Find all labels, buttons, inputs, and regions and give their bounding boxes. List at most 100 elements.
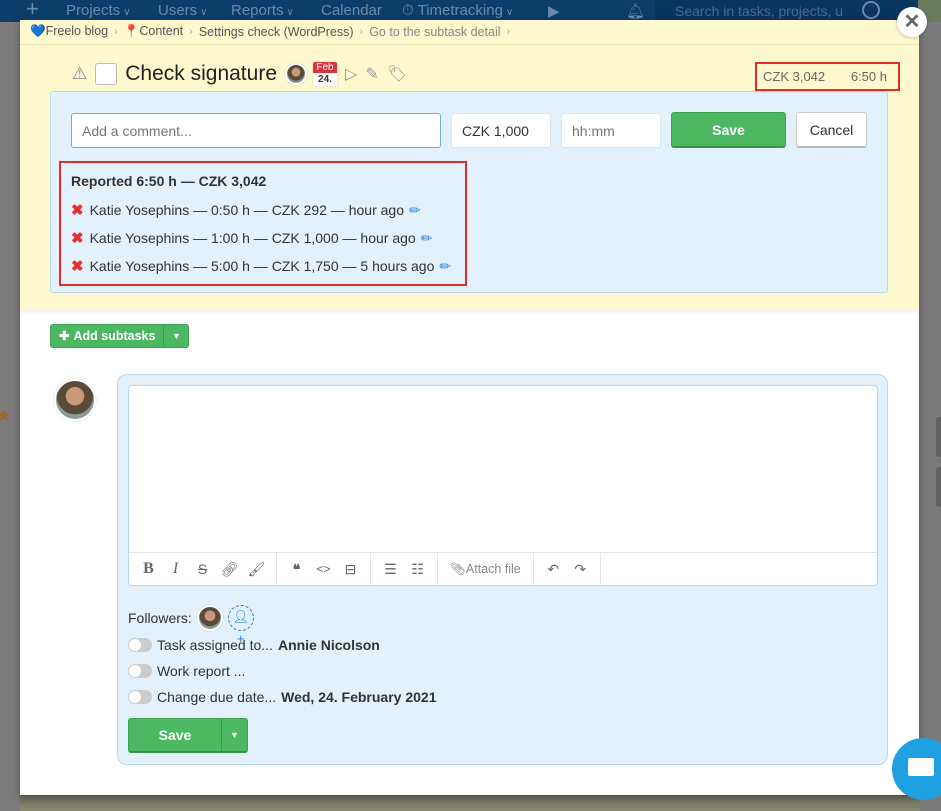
- subtask-detail-link[interactable]: Go to the subtask detail: [369, 25, 500, 39]
- pencil-icon[interactable]: ✏: [439, 258, 451, 275]
- follower-avatar[interactable]: [196, 605, 223, 631]
- due-date-day: 24.: [313, 73, 337, 86]
- report-time-input[interactable]: [561, 113, 661, 148]
- assign-toggle[interactable]: [128, 638, 152, 652]
- task-title-row: ⚠ Check signature Feb 24. ▷ ✎ 🏷︎: [72, 60, 407, 88]
- time-totals[interactable]: CZK 3,042 6:50 h: [755, 62, 900, 91]
- pencil-icon[interactable]: ✏: [409, 202, 421, 219]
- chat-bubble-icon: [908, 758, 934, 776]
- quote-icon[interactable]: ❝: [283, 561, 310, 578]
- bold-icon[interactable]: B: [135, 560, 162, 578]
- code-icon[interactable]: <>: [310, 562, 337, 576]
- comment-save-dropdown[interactable]: ▼: [222, 719, 247, 751]
- report-text: Katie Yosephins — 5:00 h — CZK 1,750 — 5…: [89, 258, 435, 274]
- tag-icon[interactable]: 🏷︎: [387, 64, 407, 84]
- add-follower-icon[interactable]: 👤︎+: [227, 605, 254, 646]
- breadcrumb: 💙Freelo blog › 📍Content › Settings check…: [30, 24, 510, 39]
- plus-icon[interactable]: +: [26, 0, 39, 22]
- bell-icon[interactable]: 🔔︎: [626, 2, 645, 20]
- followers-row: Followers: 👤︎+: [128, 605, 254, 646]
- heart-icon: 💙: [30, 24, 46, 38]
- assign-label: Task assigned to...: [157, 637, 273, 653]
- task-complete-checkbox[interactable]: [95, 63, 118, 85]
- brush-icon[interactable]: 🖌︎: [243, 561, 270, 578]
- nav-calendar[interactable]: Calendar: [321, 2, 382, 19]
- redo-icon[interactable]: ↷: [567, 561, 594, 578]
- add-subtasks-label: Add subtasks: [73, 329, 156, 343]
- comment-textarea[interactable]: [129, 386, 877, 552]
- toolbar-group-format: B I S 🔗︎ 🖌︎: [129, 552, 277, 586]
- toolbar-group-attach: 📎︎Attach file: [438, 552, 534, 586]
- task-detail-modal: 💙Freelo blog › 📍Content › Settings check…: [20, 20, 919, 795]
- delete-icon[interactable]: ✖: [71, 201, 84, 219]
- report-amount-input[interactable]: [451, 113, 551, 148]
- breadcrumb-separator: ›: [189, 25, 193, 38]
- caret-down-icon: ▼: [171, 331, 181, 341]
- strikethrough-icon[interactable]: S: [189, 561, 216, 577]
- chevron-down-icon: ∨: [286, 7, 294, 18]
- assignee-name[interactable]: Annie Nicolson: [278, 637, 380, 653]
- due-date-toggle[interactable]: [128, 690, 152, 704]
- toolbar-group-blocks: ❝ <> ⊟: [277, 552, 371, 586]
- italic-icon[interactable]: I: [162, 560, 189, 578]
- play-icon[interactable]: ▶: [548, 2, 560, 20]
- play-icon[interactable]: ▷: [345, 64, 357, 84]
- comment-save-button[interactable]: Save: [129, 719, 222, 751]
- breadcrumb-project[interactable]: 💙Freelo blog: [30, 24, 108, 39]
- close-modal-button[interactable]: ✕: [897, 7, 927, 37]
- horizontal-rule-icon[interactable]: ⊟: [337, 561, 364, 578]
- delete-icon[interactable]: ✖: [71, 257, 84, 275]
- add-subtasks-split-button: ✚ Add subtasks ▼: [50, 324, 190, 348]
- breadcrumb-separator: ›: [506, 25, 511, 38]
- report-text: Katie Yosephins — 1:00 h — CZK 1,000 — h…: [89, 230, 416, 246]
- plus-icon: ✚: [59, 329, 70, 343]
- task-header: 💙Freelo blog › 📍Content › Settings check…: [20, 20, 919, 310]
- report-cancel-button[interactable]: Cancel: [796, 112, 867, 148]
- reported-summary: Reported 6:50 h — CZK 3,042: [71, 173, 267, 189]
- stopwatch-icon: ⏱: [402, 2, 418, 19]
- due-date-badge[interactable]: Feb 24.: [313, 62, 337, 86]
- search-icon[interactable]: [862, 1, 880, 19]
- total-amount: CZK 3,042: [763, 69, 826, 84]
- report-comment-input[interactable]: [71, 113, 441, 148]
- pencil-icon[interactable]: ✏: [421, 230, 433, 247]
- chevron-down-icon: ∨: [123, 7, 131, 18]
- comment-composer: B I S 🔗︎ 🖌︎ ❝ <> ⊟ ☰ ☷ 📎︎Attach file ↶ ↷…: [117, 374, 888, 765]
- current-user-avatar: [54, 379, 96, 421]
- nav-reports[interactable]: Reports ∨: [231, 2, 294, 19]
- add-subtasks-button[interactable]: ✚ Add subtasks: [51, 325, 165, 347]
- nav-timetracking[interactable]: ⏱ Timetracking ∨: [402, 2, 513, 19]
- due-date-option: Change due date... Wed, 24. February 202…: [128, 689, 436, 705]
- nav-projects[interactable]: Projects ∨: [66, 2, 131, 19]
- total-time: 6:50 h: [850, 69, 887, 84]
- assignee-avatar[interactable]: [285, 63, 307, 85]
- divider: [20, 44, 919, 45]
- link-icon[interactable]: 🔗︎: [216, 561, 243, 578]
- toolbar-group-history: ↶ ↷: [534, 552, 601, 586]
- breadcrumb-tasklist[interactable]: 📍Content: [124, 24, 183, 39]
- due-date-month: Feb: [313, 62, 337, 73]
- bullet-list-icon[interactable]: ☰: [377, 561, 404, 578]
- pencil-icon[interactable]: ✎: [365, 64, 378, 84]
- attach-file-button[interactable]: 📎︎Attach file: [444, 562, 527, 577]
- task-title[interactable]: Check signature: [125, 62, 277, 86]
- undo-icon[interactable]: ↶: [540, 561, 567, 578]
- background-page: ★: [0, 22, 20, 811]
- report-save-button[interactable]: Save: [671, 112, 786, 148]
- nav-reports-label: Reports: [231, 2, 284, 19]
- due-date-value[interactable]: Wed, 24. February 2021: [281, 689, 436, 705]
- delete-icon[interactable]: ✖: [71, 229, 84, 247]
- nav-timetracking-label: Timetracking: [417, 2, 503, 19]
- work-report-toggle[interactable]: [128, 664, 152, 678]
- work-report-option: Work report ...: [128, 663, 245, 679]
- background-page-right: [920, 22, 941, 811]
- nav-users[interactable]: Users ∨: [158, 2, 208, 19]
- breadcrumb-separator: ›: [359, 25, 364, 38]
- breadcrumb-task[interactable]: Settings check (WordPress): [199, 25, 354, 39]
- followers-label: Followers:: [128, 610, 192, 626]
- pin-icon: 📍: [123, 24, 140, 38]
- warning-icon[interactable]: ⚠: [72, 64, 87, 84]
- paperclip-icon: 📎︎: [450, 561, 466, 576]
- add-subtasks-dropdown[interactable]: ▼: [164, 325, 188, 347]
- numbered-list-icon[interactable]: ☷: [404, 561, 431, 578]
